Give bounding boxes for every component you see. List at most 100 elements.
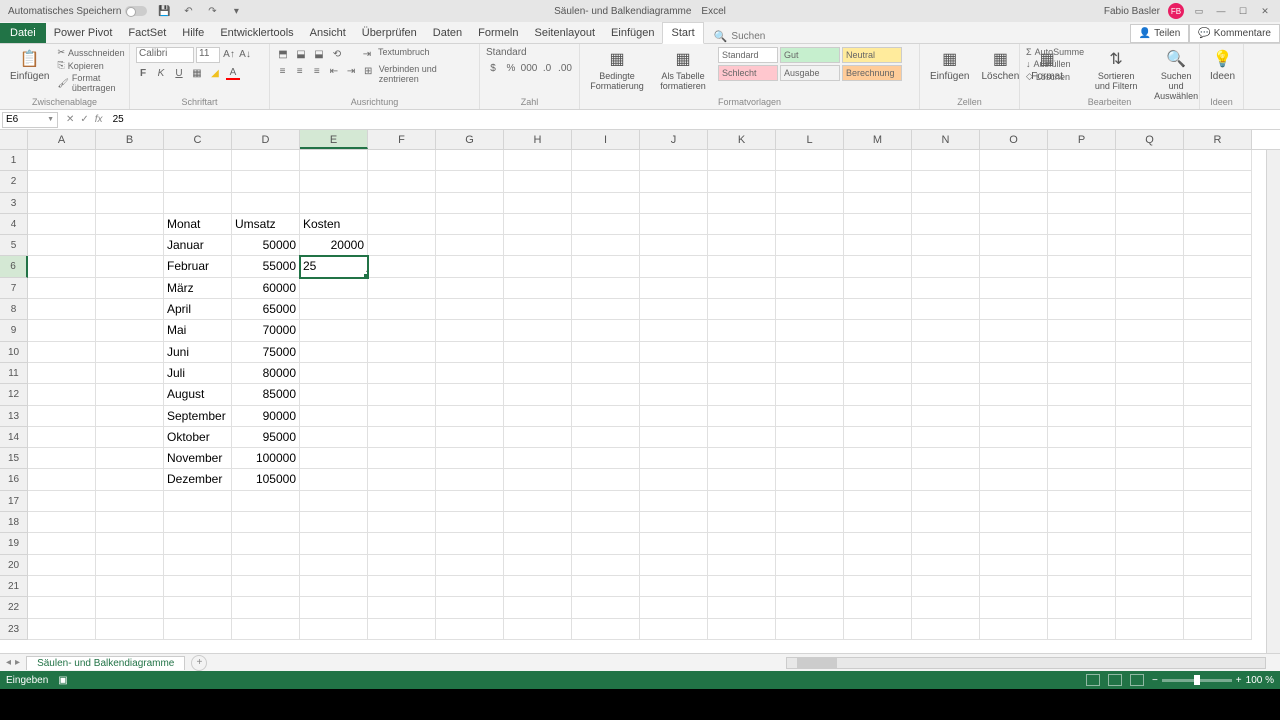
cell-R5[interactable] [1184, 235, 1252, 256]
cell-P6[interactable] [1048, 256, 1116, 277]
cell-E3[interactable] [300, 193, 368, 214]
cell-A1[interactable] [28, 150, 96, 171]
increase-font-icon[interactable]: A↑ [222, 47, 236, 61]
row-header-10[interactable]: 10 [0, 342, 28, 363]
col-header-B[interactable]: B [96, 130, 164, 149]
cell-H19[interactable] [504, 533, 572, 554]
cell-G20[interactable] [436, 555, 504, 576]
cell-K3[interactable] [708, 193, 776, 214]
cell-E6[interactable]: 25↔ [300, 256, 368, 277]
cell-Q22[interactable] [1116, 597, 1184, 618]
row-header-7[interactable]: 7 [0, 278, 28, 299]
cell-M14[interactable] [844, 427, 912, 448]
file-tab[interactable]: Datei [0, 23, 46, 43]
insert-cells-button[interactable]: ▦Einfügen [926, 47, 973, 84]
cell-M15[interactable] [844, 448, 912, 469]
cell-L2[interactable] [776, 171, 844, 192]
align-top-icon[interactable]: ⬒ [276, 47, 290, 61]
font-name-select[interactable]: Calibri [136, 47, 194, 63]
cell-R2[interactable] [1184, 171, 1252, 192]
cell-N6[interactable] [912, 256, 980, 277]
cell-I12[interactable] [572, 384, 640, 405]
col-header-L[interactable]: L [776, 130, 844, 149]
cell-K12[interactable] [708, 384, 776, 405]
sheet-tab[interactable]: Säulen- und Balkendiagramme [26, 656, 185, 670]
cell-style-ausgabe[interactable]: Ausgabe [780, 65, 840, 81]
cell-G8[interactable] [436, 299, 504, 320]
cell-B17[interactable] [96, 491, 164, 512]
cell-M16[interactable] [844, 469, 912, 490]
cell-K16[interactable] [708, 469, 776, 490]
cell-B12[interactable] [96, 384, 164, 405]
cell-M7[interactable] [844, 278, 912, 299]
cell-A23[interactable] [28, 619, 96, 640]
cell-Q17[interactable] [1116, 491, 1184, 512]
cell-F10[interactable] [368, 342, 436, 363]
row-header-12[interactable]: 12 [0, 384, 28, 405]
cell-M5[interactable] [844, 235, 912, 256]
cell-P11[interactable] [1048, 363, 1116, 384]
cell-O12[interactable] [980, 384, 1048, 405]
cell-I5[interactable] [572, 235, 640, 256]
cell-H10[interactable] [504, 342, 572, 363]
cell-L4[interactable] [776, 214, 844, 235]
cell-N1[interactable] [912, 150, 980, 171]
cell-N4[interactable] [912, 214, 980, 235]
cell-M6[interactable] [844, 256, 912, 277]
row-header-11[interactable]: 11 [0, 363, 28, 384]
cell-K1[interactable] [708, 150, 776, 171]
row-header-14[interactable]: 14 [0, 427, 28, 448]
tab-ansicht[interactable]: Ansicht [302, 23, 354, 43]
cell-B7[interactable] [96, 278, 164, 299]
cell-J3[interactable] [640, 193, 708, 214]
cell-D23[interactable] [232, 619, 300, 640]
cell-H16[interactable] [504, 469, 572, 490]
row-header-22[interactable]: 22 [0, 597, 28, 618]
cell-I8[interactable] [572, 299, 640, 320]
cell-B23[interactable] [96, 619, 164, 640]
cell-C1[interactable] [164, 150, 232, 171]
cell-G5[interactable] [436, 235, 504, 256]
cell-Q2[interactable] [1116, 171, 1184, 192]
cell-B22[interactable] [96, 597, 164, 618]
cell-O9[interactable] [980, 320, 1048, 341]
page-layout-view-icon[interactable] [1108, 674, 1122, 686]
merge-button[interactable]: Verbinden und zentrieren [379, 64, 473, 84]
row-header-18[interactable]: 18 [0, 512, 28, 533]
increase-indent-icon[interactable]: ⇥ [345, 64, 358, 78]
cell-R3[interactable] [1184, 193, 1252, 214]
cell-I10[interactable] [572, 342, 640, 363]
cell-O16[interactable] [980, 469, 1048, 490]
cell-A5[interactable] [28, 235, 96, 256]
cell-I4[interactable] [572, 214, 640, 235]
cell-D16[interactable]: 105000 [232, 469, 300, 490]
row-header-17[interactable]: 17 [0, 491, 28, 512]
cell-C9[interactable]: Mai [164, 320, 232, 341]
cell-J11[interactable] [640, 363, 708, 384]
cell-N23[interactable] [912, 619, 980, 640]
col-header-F[interactable]: F [368, 130, 436, 149]
cell-P8[interactable] [1048, 299, 1116, 320]
cell-C11[interactable]: Juli [164, 363, 232, 384]
col-header-K[interactable]: K [708, 130, 776, 149]
cell-C3[interactable] [164, 193, 232, 214]
cell-L22[interactable] [776, 597, 844, 618]
cell-I23[interactable] [572, 619, 640, 640]
cell-F1[interactable] [368, 150, 436, 171]
share-button[interactable]: 👤Teilen [1130, 24, 1190, 43]
row-header-8[interactable]: 8 [0, 299, 28, 320]
cell-L19[interactable] [776, 533, 844, 554]
cell-P7[interactable] [1048, 278, 1116, 299]
cell-E19[interactable] [300, 533, 368, 554]
cell-I11[interactable] [572, 363, 640, 384]
cell-F21[interactable] [368, 576, 436, 597]
cell-R12[interactable] [1184, 384, 1252, 405]
maximize-icon[interactable]: ☐ [1236, 4, 1250, 18]
cell-O18[interactable] [980, 512, 1048, 533]
cell-J19[interactable] [640, 533, 708, 554]
cell-Q12[interactable] [1116, 384, 1184, 405]
cell-Q23[interactable] [1116, 619, 1184, 640]
cell-C8[interactable]: April [164, 299, 232, 320]
cell-A20[interactable] [28, 555, 96, 576]
cell-P20[interactable] [1048, 555, 1116, 576]
